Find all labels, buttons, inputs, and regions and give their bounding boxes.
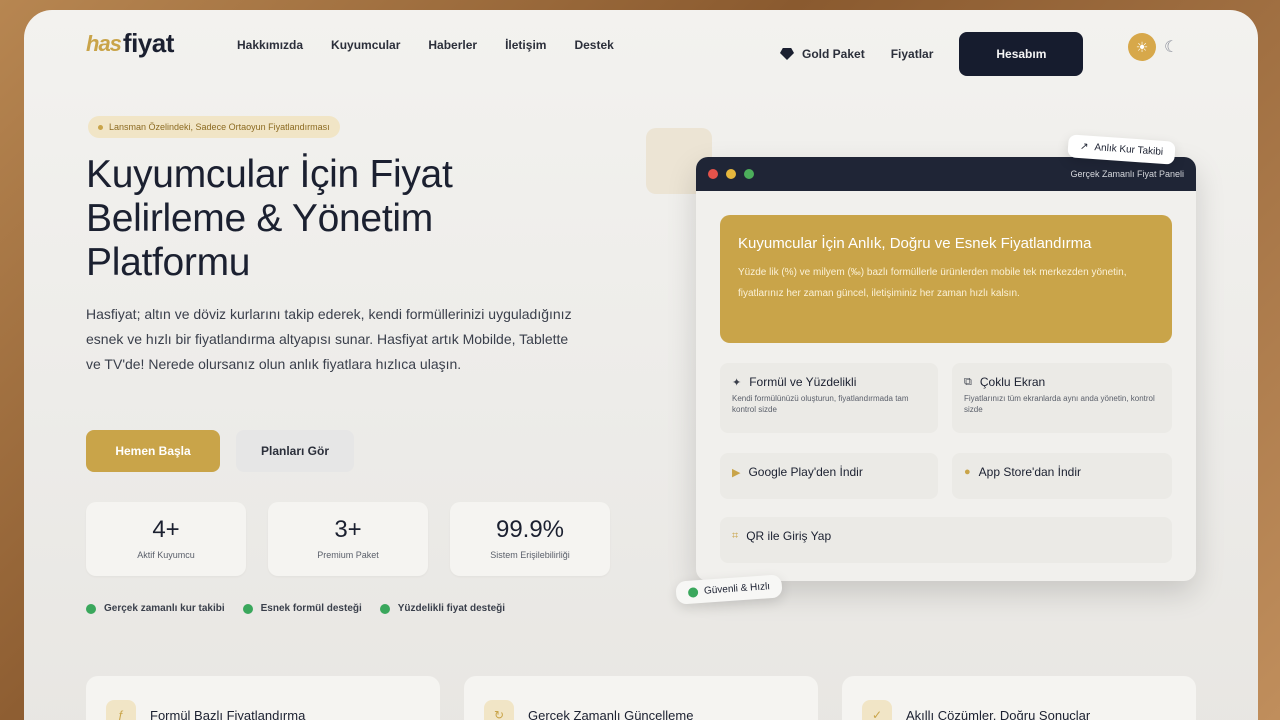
card-title: QR ile Giriş Yap bbox=[746, 529, 832, 543]
feature-text: Esnek formül desteği bbox=[260, 603, 362, 614]
feature-item: Yüzdelikli fiyat desteği bbox=[379, 603, 506, 614]
nav-link-fiyatlar[interactable]: Fiyatlar bbox=[891, 47, 934, 61]
preview-title-bar: Gerçek Zamanlı Fiyat Paneli bbox=[696, 157, 1196, 191]
check-dot-icon bbox=[379, 603, 390, 614]
feature-text: Gerçek zamanlı kur takibi bbox=[104, 603, 225, 614]
feature-card-multiscreen: ⧉ Çoklu Ekran Fiyatlarınızı tüm ekranlard… bbox=[952, 363, 1172, 433]
stats-row: 4+ Aktif Kuyumcu 3+ Premium Paket 99.9% … bbox=[86, 502, 610, 576]
shield-icon bbox=[687, 586, 699, 598]
theme-toggle[interactable]: ☀ ☾ bbox=[1128, 30, 1198, 64]
stat-label: Premium Paket bbox=[317, 550, 379, 560]
card-title: App Store'dan İndir bbox=[978, 465, 1082, 479]
pill-dot-icon bbox=[98, 124, 103, 130]
logo-text: fiyat bbox=[122, 28, 174, 58]
window-minimize-icon bbox=[726, 169, 736, 179]
screens-icon: ⧉ bbox=[964, 375, 972, 388]
top-nav: has fiyat Hakkımızda Kuyumcular Haberler… bbox=[24, 10, 1258, 80]
account-button[interactable]: Hesabım bbox=[959, 32, 1084, 76]
nav-link-kuyumcular[interactable]: Kuyumcular bbox=[331, 38, 400, 52]
card-title: Formül ve Yüzdelikli bbox=[749, 375, 857, 389]
feature-card-formula: ✦ Formül ve Yüzdelikli Kendi formülünüzü … bbox=[720, 363, 938, 433]
stat-card: 4+ Aktif Kuyumcu bbox=[86, 502, 246, 576]
nav-link-destek[interactable]: Destek bbox=[574, 38, 613, 52]
feature-item: Esnek formül desteği bbox=[242, 603, 362, 614]
stat-value: 99.9% bbox=[495, 516, 565, 543]
card-description: Kendi formülünüzü oluşturun, fiyatlandır… bbox=[732, 394, 909, 414]
bottom-card: ƒ Formül Bazlı Fiyatlandırma bbox=[86, 676, 440, 720]
google-play-icon: ▶ bbox=[732, 466, 741, 479]
check-dot-icon bbox=[86, 603, 96, 614]
window-maximize-icon bbox=[744, 169, 754, 179]
bottom-card: ✓ Akıllı Çözümler, Doğru Sonuçlar bbox=[842, 676, 1196, 720]
card-title: Google Play'den İndir bbox=[748, 465, 863, 479]
sun-icon[interactable]: ☀ bbox=[1128, 33, 1156, 61]
window-close-icon bbox=[708, 169, 718, 179]
nav-link-iletisim[interactable]: İletişim bbox=[505, 38, 546, 52]
app-store-button[interactable]: ● App Store'dan İndir bbox=[952, 453, 1172, 499]
bottom-feature-cards: ƒ Formül Bazlı Fiyatlandırma ↻ Gerçek Za… bbox=[86, 676, 1196, 720]
promo-pill-text: Lansman Özelindeki, Sadece Ortaoyun Fiya… bbox=[109, 122, 330, 132]
preview-title: Gerçek Zamanlı Fiyat Paneli bbox=[1070, 169, 1184, 179]
gold-paket-link[interactable]: Gold Paket bbox=[780, 47, 865, 61]
stat-card: 3+ Premium Paket bbox=[268, 502, 428, 576]
card-title: Çoklu Ekran bbox=[979, 375, 1046, 389]
feature-list: Gerçek zamanlı kur takibi Esnek formül d… bbox=[86, 603, 505, 614]
bottom-card-title: Akıllı Çözümler, Doğru Sonuçlar bbox=[906, 708, 1091, 720]
refresh-icon: ↻ bbox=[484, 700, 514, 720]
diamond-icon bbox=[780, 48, 794, 60]
card-description: Fiyatlarınızı tüm ekranlarda aynı anda y… bbox=[964, 394, 1155, 414]
qr-icon: ⌗ bbox=[732, 529, 739, 542]
live-rate-text: Anlık Kur Takibi bbox=[1094, 142, 1164, 158]
promo-pill: Lansman Özelindeki, Sadece Ortaoyun Fiya… bbox=[88, 116, 340, 138]
logo[interactable]: has fiyat bbox=[86, 28, 174, 59]
secure-text: Güvenli & Hızlı bbox=[703, 581, 771, 597]
highlight-description: Yüzde lik (%) ve milyem (‰) bazlı formül… bbox=[738, 267, 1127, 299]
page-frame: has fiyat Hakkımızda Kuyumcular Haberler… bbox=[24, 10, 1258, 720]
stat-value: 4+ bbox=[152, 516, 180, 543]
nav-links: Hakkımızda Kuyumcular Haberler İletişim … bbox=[237, 38, 642, 52]
nav-link-hakkimizda[interactable]: Hakkımızda bbox=[237, 38, 303, 52]
formula-icon: ƒ bbox=[106, 700, 136, 720]
see-plans-button[interactable]: Planları Gör bbox=[236, 430, 354, 472]
sparkle-icon: ✦ bbox=[732, 376, 742, 389]
google-play-button[interactable]: ▶ Google Play'den İndir bbox=[720, 453, 938, 499]
feature-item: Gerçek zamanlı kur takibi bbox=[86, 603, 225, 614]
highlight-title: Kuyumcular İçin Anlık, Doğru ve Esnek Fi… bbox=[738, 235, 1092, 252]
stat-label: Sistem Erişilebilirliği bbox=[490, 550, 570, 560]
bottom-card: ↻ Gerçek Zamanlı Güncelleme bbox=[464, 676, 818, 720]
bottom-card-title: Gerçek Zamanlı Güncelleme bbox=[528, 708, 694, 720]
logo-mark: has bbox=[86, 30, 122, 56]
feature-text: Yüzdelikli fiyat desteği bbox=[397, 603, 506, 614]
stat-value: 3+ bbox=[334, 516, 362, 543]
secure-tag: Güvenli & Hızlı bbox=[675, 574, 783, 605]
stat-label: Aktif Kuyumcu bbox=[137, 550, 195, 560]
app-preview-window: Gerçek Zamanlı Fiyat Paneli Kuyumcular İ… bbox=[696, 157, 1196, 581]
moon-icon[interactable]: ☾ bbox=[1164, 37, 1178, 57]
nav-right: Gold Paket Fiyatlar Hesabım bbox=[780, 32, 1084, 76]
hero-title: Kuyumcular İçin Fiyat Belirleme & Yöneti… bbox=[86, 153, 453, 284]
check-icon: ✓ bbox=[862, 700, 892, 720]
check-dot-icon bbox=[242, 603, 253, 614]
gold-paket-label: Gold Paket bbox=[802, 47, 865, 61]
nav-link-haberler[interactable]: Haberler bbox=[428, 38, 477, 52]
bottom-card-title: Formül Bazlı Fiyatlandırma bbox=[150, 708, 306, 720]
apple-icon: ● bbox=[964, 466, 971, 478]
stat-card: 99.9% Sistem Erişilebilirliği bbox=[450, 502, 610, 576]
hero-description: Hasfiyat; altın ve döviz kurlarını takip… bbox=[86, 306, 572, 372]
start-now-button[interactable]: Hemen Başla bbox=[86, 430, 220, 472]
chart-icon: ↗ bbox=[1079, 141, 1089, 153]
highlight-card: Kuyumcular İçin Anlık, Doğru ve Esnek Fi… bbox=[720, 215, 1172, 343]
qr-login-button[interactable]: ⌗ QR ile Giriş Yap bbox=[720, 517, 1172, 563]
